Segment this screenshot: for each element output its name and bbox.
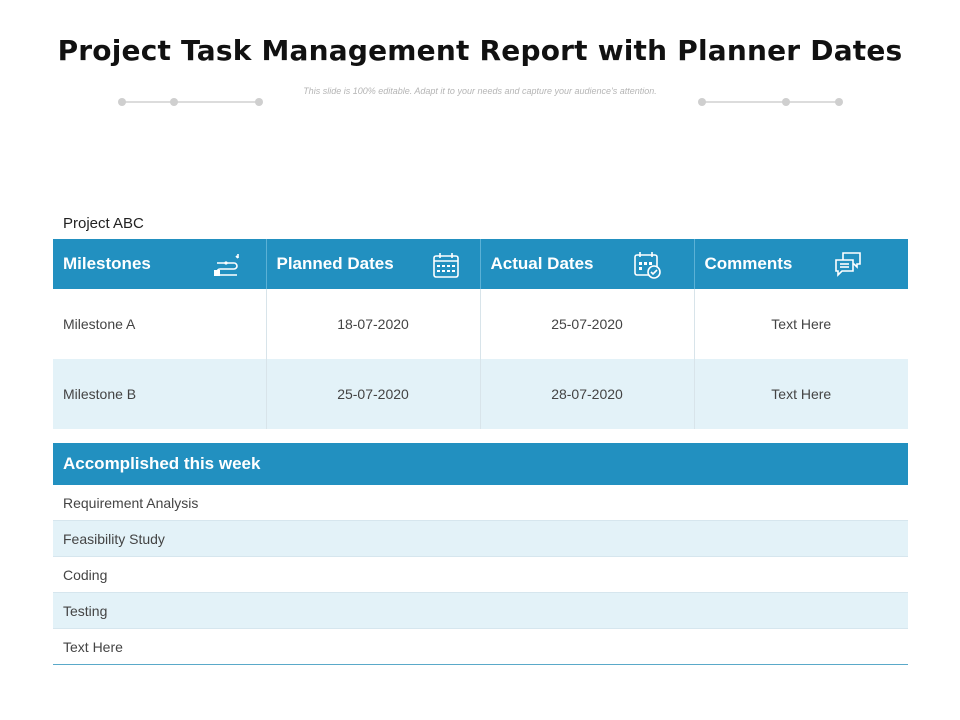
comment: Text Here bbox=[694, 359, 908, 429]
header-planned-dates: Planned Dates bbox=[266, 239, 481, 289]
list-item: Coding bbox=[53, 556, 908, 593]
planned-date: 18-07-2020 bbox=[266, 289, 481, 359]
actual-date: 28-07-2020 bbox=[480, 359, 695, 429]
accomplished-item: Requirement Analysis bbox=[53, 485, 908, 521]
header-actual-dates: Actual Dates bbox=[480, 239, 695, 289]
list-item: Text Here bbox=[53, 628, 908, 665]
list-item: Testing bbox=[53, 592, 908, 629]
accomplished-item: Feasibility Study bbox=[53, 520, 908, 557]
accomplished-item: Text Here bbox=[53, 628, 908, 665]
table-row: Milestone A 18-07-2020 25-07-2020 Text H… bbox=[53, 289, 908, 359]
planned-date: 25-07-2020 bbox=[266, 359, 481, 429]
project-label: Project ABC bbox=[63, 215, 144, 232]
accomplished-item: Testing bbox=[53, 592, 908, 629]
calendar-check-icon bbox=[633, 252, 661, 279]
list-item: Requirement Analysis bbox=[53, 485, 908, 521]
table-row: Milestone B 25-07-2020 28-07-2020 Text H… bbox=[53, 359, 908, 429]
milestone-name: Milestone A bbox=[53, 289, 267, 359]
header-label: Planned Dates bbox=[276, 254, 394, 273]
list-item: Feasibility Study bbox=[53, 520, 908, 557]
comment: Text Here bbox=[771, 316, 832, 332]
header-milestones: Milestones bbox=[53, 239, 267, 289]
milestones-icon bbox=[214, 254, 239, 276]
actual-date: 25-07-2020 bbox=[480, 289, 695, 359]
header-label: Actual Dates bbox=[490, 254, 594, 273]
milestone-table: Milestones Planned Dates Actual Dates Co… bbox=[53, 239, 908, 429]
milestone-name: Milestone B bbox=[53, 359, 267, 429]
accomplished-table: Accomplished this week Requirement Analy… bbox=[53, 443, 908, 665]
chat-bubbles-icon bbox=[834, 252, 861, 277]
page-subtitle: This slide is 100% editable. Adapt it to… bbox=[303, 86, 657, 96]
page-title: Project Task Management Report with Plan… bbox=[57, 34, 903, 67]
milestone-table-header: Milestones Planned Dates Actual Dates Co… bbox=[53, 239, 908, 289]
header-label: Milestones bbox=[63, 254, 151, 273]
header-label: Comments bbox=[704, 254, 793, 273]
calendar-icon bbox=[432, 253, 459, 278]
accomplished-header: Accomplished this week bbox=[53, 443, 908, 485]
accomplished-item: Coding bbox=[53, 556, 908, 593]
header-comments: Comments bbox=[694, 239, 908, 289]
